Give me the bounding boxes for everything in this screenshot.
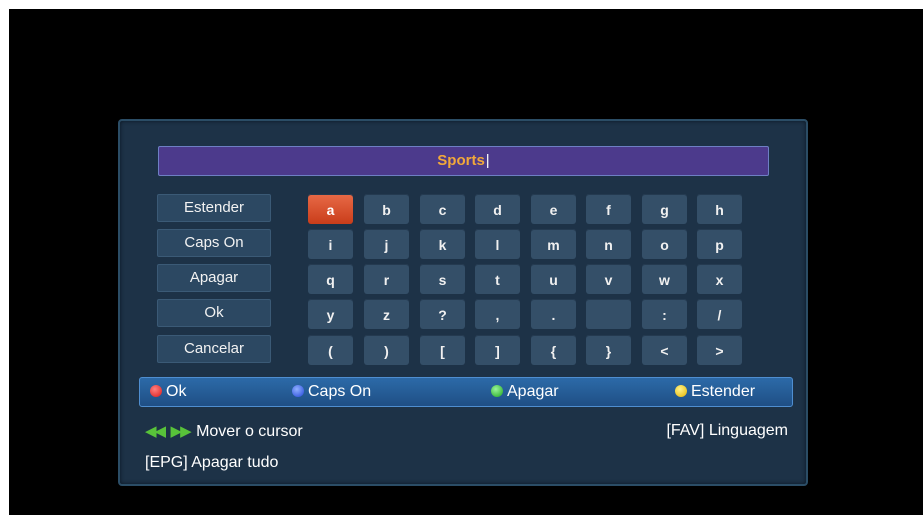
key[interactable]: r [364,264,409,294]
key[interactable]: q [308,264,353,294]
green-key-hint[interactable]: Apagar [491,378,559,406]
cursor-hint: ◀◀ ▶▶ Mover o cursor [145,422,303,441]
key[interactable]: n [586,229,631,259]
key[interactable]: o [642,229,687,259]
key[interactable]: m [531,229,576,259]
key[interactable]: d [475,194,520,224]
key[interactable]: p [697,229,742,259]
key[interactable]: < [642,335,687,365]
red-key-label: Ok [166,383,187,400]
key[interactable]: y [308,299,353,329]
blue-button-icon [292,385,304,397]
yellow-key-hint[interactable]: Estender [675,378,755,406]
key[interactable]: f [586,194,631,224]
key[interactable]: a [308,194,353,224]
green-button-icon [491,385,503,397]
green-key-label: Apagar [507,383,559,400]
fav-language-hint: [FAV] Linguagem [666,422,788,439]
key[interactable]: g [642,194,687,224]
fast-forward-icon: ▶▶ [170,423,192,440]
text-input-field[interactable]: Sports| [158,146,769,176]
key[interactable]: u [531,264,576,294]
ok-button[interactable]: Ok [157,299,271,327]
key[interactable]: x [697,264,742,294]
key[interactable]: i [308,229,353,259]
key[interactable]: ] [475,335,520,365]
key[interactable]: ) [364,335,409,365]
key[interactable]: ( [308,335,353,365]
delete-button[interactable]: Apagar [157,264,271,292]
input-value: Sports [437,152,485,169]
key[interactable]: b [364,194,409,224]
blue-key-hint[interactable]: Caps On [292,378,371,406]
keyboard-dialog: Sports| Estender Caps On Apagar Ok Cance… [118,119,808,486]
key[interactable]: c [420,194,465,224]
key[interactable]: t [475,264,520,294]
rewind-icon: ◀◀ [145,423,166,440]
key[interactable]: : [642,299,687,329]
red-key-hint[interactable]: Ok [150,378,186,406]
key[interactable]: l [475,229,520,259]
key[interactable]: h [697,194,742,224]
key[interactable]: > [697,335,742,365]
text-cursor: | [485,152,490,169]
yellow-button-icon [675,385,687,397]
cursor-hint-label: Mover o cursor [196,423,303,440]
key[interactable]: { [531,335,576,365]
yellow-key-label: Estender [691,383,756,400]
key[interactable]: } [586,335,631,365]
key[interactable]: e [531,194,576,224]
key[interactable]: z [364,299,409,329]
key[interactable]: s [420,264,465,294]
key[interactable]: , [475,299,520,329]
cancel-button[interactable]: Cancelar [157,335,271,363]
color-key-bar: Ok Caps On Apagar Estender [139,377,793,407]
epg-clear-all-hint: [EPG] Apagar tudo [145,454,279,471]
key[interactable]: [ [420,335,465,365]
caps-on-button[interactable]: Caps On [157,229,271,257]
key[interactable]: w [642,264,687,294]
extend-button[interactable]: Estender [157,194,271,222]
key[interactable]: / [697,299,742,329]
key[interactable]: . [531,299,576,329]
key[interactable]: v [586,264,631,294]
blue-key-label: Caps On [308,383,372,400]
key[interactable]: j [364,229,409,259]
red-button-icon [150,385,162,397]
key-space[interactable] [586,299,631,329]
key[interactable]: k [420,229,465,259]
tv-screen: Sports| Estender Caps On Apagar Ok Cance… [9,9,923,515]
key[interactable]: ? [420,299,465,329]
